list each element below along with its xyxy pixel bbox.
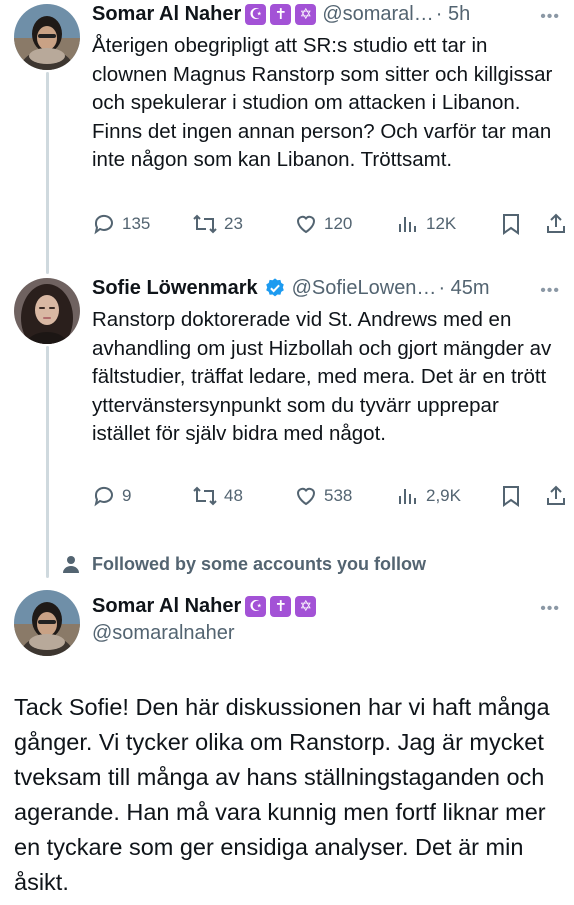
share-icon — [547, 485, 565, 505]
avatar[interactable] — [14, 590, 80, 656]
crescent-icon: ☪ — [245, 595, 267, 617]
tweet-text: Återigen obegripligt att SR:s studio ett… — [92, 34, 553, 171]
views-button[interactable]: 12K — [396, 212, 456, 236]
more-options-icon[interactable]: ••• — [540, 600, 560, 618]
star-of-david-icon: ✡ — [295, 3, 317, 25]
followed-notice: Followed by some accounts you follow — [62, 551, 426, 577]
share-button[interactable] — [544, 212, 568, 236]
cross-icon: ✝ — [270, 595, 292, 617]
author-handle[interactable]: @somaralnaher — [92, 622, 235, 645]
view-count: 12K — [426, 214, 457, 233]
tweet-2[interactable]: Sofie Löwenmark @SofieLowen… · 45m ••• R… — [0, 274, 574, 534]
reply-button[interactable]: 135 — [92, 212, 150, 236]
star-of-david-icon: ✡ — [295, 595, 317, 617]
like-count: 120 — [324, 214, 353, 233]
views-icon — [399, 489, 416, 504]
author-handle[interactable]: @somaral… — [322, 3, 433, 26]
repost-count: 48 — [224, 486, 243, 505]
author-handle[interactable]: @SofieLowen… — [292, 277, 437, 300]
followed-notice-text: Followed by some accounts you follow — [92, 553, 427, 574]
author-name[interactable]: Somar Al Naher — [92, 3, 241, 26]
repost-icon — [193, 214, 217, 234]
main-tweet-text: Tack Sofie! Den här diskussionen har vi … — [14, 694, 550, 895]
action-bar: 135 23 120 12K — [92, 212, 568, 242]
verified-badge-icon — [264, 277, 286, 299]
author-name[interactable]: Sofie Löwenmark — [92, 277, 258, 300]
repost-icon — [193, 486, 217, 506]
like-button[interactable]: 538 — [294, 484, 352, 508]
cross-icon: ✝ — [270, 3, 292, 25]
like-count: 538 — [324, 486, 353, 505]
repost-count: 23 — [224, 214, 243, 233]
heart-icon — [296, 215, 316, 234]
repost-button[interactable]: 48 — [192, 484, 243, 508]
timestamp[interactable]: · 5h — [436, 3, 470, 26]
bookmark-button[interactable] — [500, 212, 522, 236]
tweet-text: Ranstorp doktorerade vid St. Andrews med… — [92, 308, 552, 445]
like-button[interactable]: 120 — [294, 212, 352, 236]
author-name[interactable]: Somar Al Naher — [92, 595, 241, 618]
heart-icon — [296, 487, 316, 506]
reply-count: 9 — [122, 486, 132, 505]
reply-icon — [94, 486, 113, 507]
views-icon — [399, 217, 416, 232]
crescent-icon: ☪ — [245, 3, 267, 25]
timestamp[interactable]: · 45m — [438, 277, 489, 300]
repost-button[interactable]: 23 — [192, 212, 243, 236]
bookmark-button[interactable] — [500, 484, 522, 508]
reply-count: 135 — [122, 214, 151, 233]
share-icon — [547, 213, 565, 233]
avatar[interactable] — [14, 4, 80, 70]
person-icon — [63, 556, 79, 573]
more-options-icon[interactable]: ••• — [540, 8, 560, 26]
action-bar: 9 48 538 2,9K — [92, 484, 568, 514]
share-button[interactable] — [544, 484, 568, 508]
reply-icon — [94, 214, 113, 235]
views-button[interactable]: 2,9K — [396, 484, 461, 508]
reply-button[interactable]: 9 — [92, 484, 131, 508]
bookmark-icon — [503, 214, 519, 235]
view-count: 2,9K — [426, 486, 461, 505]
tweet-1[interactable]: Somar Al Naher ☪ ✝ ✡ @somaral… · 5h ••• … — [0, 0, 574, 250]
more-options-icon[interactable]: ••• — [540, 282, 560, 300]
bookmark-icon — [503, 486, 519, 507]
avatar[interactable] — [14, 278, 80, 344]
